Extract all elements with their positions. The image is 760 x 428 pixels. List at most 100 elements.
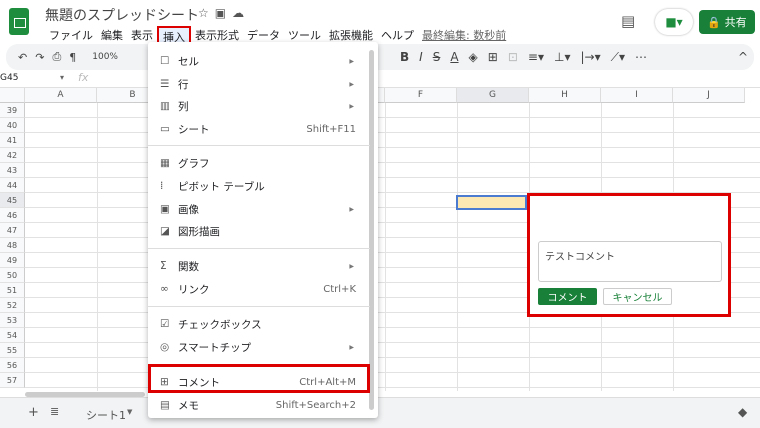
grid-row[interactable] bbox=[25, 373, 760, 388]
menu-item-sigma[interactable]: Σ 関数 ▶ bbox=[148, 255, 370, 277]
undo-icon[interactable]: ↶ bbox=[18, 51, 27, 64]
sheets-logo[interactable] bbox=[9, 8, 29, 35]
valign-icon[interactable]: ⊥▾ bbox=[554, 50, 570, 65]
column-header[interactable]: G bbox=[457, 88, 529, 103]
row-header[interactable]: 57 bbox=[0, 373, 25, 388]
row-header[interactable]: 48 bbox=[0, 238, 25, 253]
row-header[interactable]: 47 bbox=[0, 223, 25, 238]
star-icon[interactable]: ☆ bbox=[198, 6, 215, 20]
row-header[interactable]: 39 bbox=[0, 103, 25, 118]
smart-chip-icon: ◎ bbox=[160, 341, 170, 353]
add-sheet-icon[interactable]: + bbox=[28, 405, 39, 420]
more-icon[interactable]: ⋯ bbox=[635, 50, 647, 65]
menu-item-shortcut: Ctrl+K bbox=[323, 283, 356, 295]
cloud-icon: ☁ bbox=[232, 6, 251, 20]
menu-item-label: メモ bbox=[178, 399, 199, 412]
row-header[interactable]: 56 bbox=[0, 358, 25, 373]
borders-icon[interactable]: ⊞ bbox=[488, 50, 498, 65]
grid-row[interactable] bbox=[25, 328, 760, 343]
row-header[interactable]: 54 bbox=[0, 328, 25, 343]
move-folder-icon[interactable]: ▣ bbox=[215, 6, 232, 20]
menu-item-link[interactable]: ∞ リンク Ctrl+K bbox=[148, 278, 370, 300]
grid-row[interactable] bbox=[25, 163, 760, 178]
sheet-tab-dropdown-icon[interactable]: ▼ bbox=[127, 408, 132, 416]
grid-row[interactable] bbox=[25, 118, 760, 133]
menu-item-label: セル bbox=[178, 55, 199, 68]
menu-item-rows[interactable]: ☰ 行 ▶ bbox=[148, 73, 370, 95]
row-header[interactable]: 41 bbox=[0, 133, 25, 148]
column-header[interactable]: H bbox=[529, 88, 601, 103]
menu-item-sheet[interactable]: ▭ シート Shift+F11 bbox=[148, 118, 370, 140]
submenu-arrow-icon: ▶ bbox=[349, 80, 354, 88]
name-box-dropdown-icon[interactable]: ▾ bbox=[60, 73, 64, 82]
submenu-arrow-icon: ▶ bbox=[349, 205, 354, 213]
column-header[interactable]: J bbox=[673, 88, 745, 103]
comment-input[interactable]: テストコメント bbox=[538, 241, 722, 282]
comment-cancel-button[interactable]: キャンセル bbox=[603, 288, 672, 305]
fill-color-icon[interactable]: ◈ bbox=[469, 50, 478, 65]
fx-icon: fx bbox=[78, 71, 89, 84]
select-all-corner[interactable] bbox=[0, 88, 25, 103]
redo-icon[interactable]: ↷ bbox=[35, 51, 44, 64]
comment-highlight bbox=[148, 364, 370, 393]
grid-row[interactable] bbox=[25, 178, 760, 193]
sheet-tab-1[interactable]: シート1 bbox=[86, 407, 126, 423]
menu-item-pivot[interactable]: ⁞ ピボット テーブル bbox=[148, 175, 370, 197]
explore-icon[interactable]: ◆ bbox=[738, 405, 747, 419]
row-header[interactable]: 50 bbox=[0, 268, 25, 283]
grid-row[interactable] bbox=[25, 343, 760, 358]
menu-item-note[interactable]: ▤ メモ Shift+Search+2 bbox=[148, 394, 370, 416]
row-header[interactable]: 42 bbox=[0, 148, 25, 163]
collapse-icon[interactable]: ^ bbox=[738, 50, 748, 64]
pivot-icon: ⁞ bbox=[160, 180, 164, 192]
menu-item-smart-chip[interactable]: ◎ スマートチップ ▶ bbox=[148, 336, 370, 358]
text-color-icon[interactable]: A bbox=[450, 50, 458, 65]
column-header[interactable]: F bbox=[385, 88, 457, 103]
bold-icon[interactable]: B bbox=[400, 50, 409, 65]
italic-icon[interactable]: I bbox=[419, 50, 423, 65]
align-icon[interactable]: ≡▾ bbox=[528, 50, 544, 65]
merge-icon[interactable]: ⊡ bbox=[508, 50, 518, 65]
rotate-icon[interactable]: ⟋▾ bbox=[611, 50, 625, 65]
row-header[interactable]: 53 bbox=[0, 313, 25, 328]
wrap-icon[interactable]: |→▾ bbox=[580, 50, 600, 65]
menu-item-chart[interactable]: ▦ グラフ bbox=[148, 152, 370, 174]
note-icon: ▤ bbox=[160, 399, 170, 411]
menu-item-columns[interactable]: ▥ 列 ▶ bbox=[148, 95, 370, 117]
columns-icon: ▥ bbox=[160, 100, 170, 112]
grid-row[interactable] bbox=[25, 133, 760, 148]
all-sheets-icon[interactable]: ≣ bbox=[50, 405, 59, 418]
row-header[interactable]: 49 bbox=[0, 253, 25, 268]
meet-button[interactable]: ■▾ bbox=[655, 9, 693, 35]
column-header[interactable]: I bbox=[601, 88, 673, 103]
row-header[interactable]: 52 bbox=[0, 298, 25, 313]
square-icon: ☐ bbox=[160, 55, 170, 67]
grid-row[interactable] bbox=[25, 148, 760, 163]
selected-cell-g45[interactable] bbox=[456, 195, 527, 210]
row-header[interactable]: 44 bbox=[0, 178, 25, 193]
row-header[interactable]: 40 bbox=[0, 118, 25, 133]
strike-icon[interactable]: S bbox=[433, 50, 441, 65]
grid-row[interactable] bbox=[25, 358, 760, 373]
menu-item-image[interactable]: ▣ 画像 ▶ bbox=[148, 198, 370, 220]
paint-format-icon[interactable]: ¶ bbox=[69, 51, 76, 64]
row-header[interactable]: 51 bbox=[0, 283, 25, 298]
row-header[interactable]: 55 bbox=[0, 343, 25, 358]
print-icon[interactable]: ⎙ bbox=[52, 50, 61, 64]
doc-title[interactable]: 無題のスプレッドシート bbox=[45, 5, 199, 25]
share-button[interactable]: 🔒 共有 bbox=[699, 10, 755, 34]
row-header[interactable]: 46 bbox=[0, 208, 25, 223]
menu-item-checkbox[interactable]: ☑ チェックボックス bbox=[148, 313, 370, 335]
formula-bar: G45 ▾ fx bbox=[0, 70, 760, 88]
name-box[interactable]: G45 bbox=[0, 73, 18, 83]
comment-history-icon[interactable]: ▤ bbox=[621, 12, 635, 30]
row-header[interactable]: 43 bbox=[0, 163, 25, 178]
grid-row[interactable] bbox=[25, 103, 760, 118]
menu-item-square[interactable]: ☐ セル ▶ bbox=[148, 50, 370, 72]
column-header[interactable]: A bbox=[25, 88, 97, 103]
title-icons[interactable]: ☆▣☁ bbox=[198, 6, 250, 20]
menu-item-drawing[interactable]: ◪ 図形描画 bbox=[148, 220, 370, 242]
comment-submit-button[interactable]: コメント bbox=[538, 288, 597, 305]
zoom-select[interactable]: 100% bbox=[92, 52, 118, 62]
row-header[interactable]: 45 bbox=[0, 193, 25, 208]
